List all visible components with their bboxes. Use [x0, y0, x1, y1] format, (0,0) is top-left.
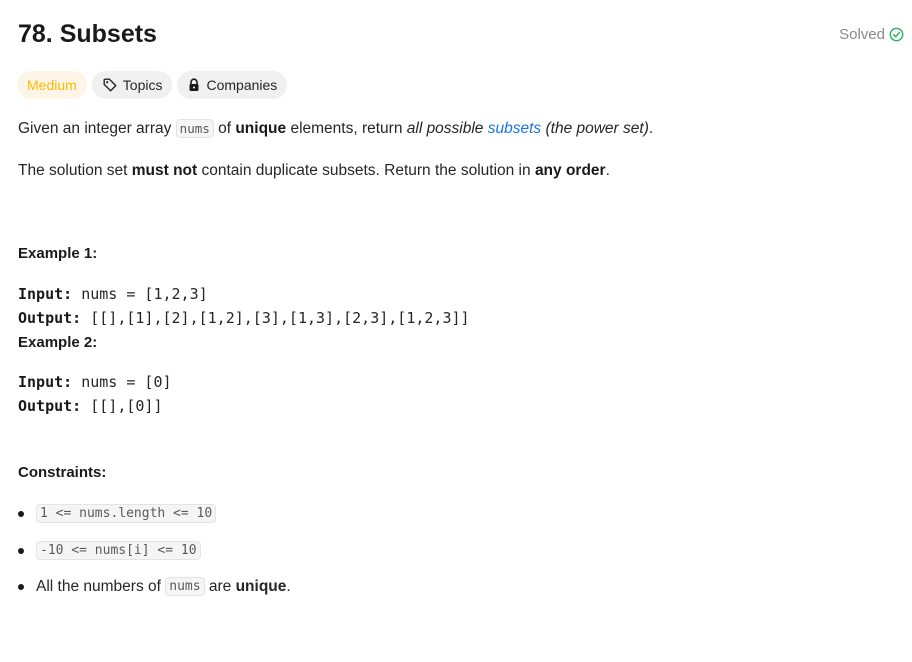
- text: The solution set: [18, 162, 132, 179]
- title-row: 78. Subsets Solved: [18, 18, 904, 58]
- text: All the numbers of: [36, 577, 161, 595]
- topics-label: Topics: [122, 77, 163, 93]
- check-circle-icon: [889, 27, 904, 42]
- input-value: nums = [0]: [72, 373, 172, 391]
- example-2-output: Output: [[],[0]]: [18, 397, 163, 415]
- output-value: [[],[1],[2],[1,2],[3],[1,3],[2,3],[1,2,3…: [81, 309, 470, 327]
- inline-code: nums: [165, 577, 205, 596]
- emphasis: all possible: [406, 120, 484, 137]
- example-2-title: Example 2:: [18, 334, 98, 351]
- text: .: [605, 162, 610, 179]
- companies-label: Companies: [206, 77, 278, 93]
- bullet-dot: [18, 547, 24, 554]
- difficulty-label: Medium: [27, 77, 77, 93]
- constraint-code: 1 <= nums.length <= 10: [36, 504, 217, 523]
- inline-code: nums: [175, 119, 214, 138]
- difficulty-badge[interactable]: Medium: [17, 71, 87, 99]
- text: contain duplicate subsets. Return the so…: [197, 162, 535, 179]
- emphasis: unique: [235, 120, 287, 137]
- topics-button[interactable]: Topics: [91, 71, 173, 99]
- example-1-title: Example 1:: [18, 245, 98, 262]
- example-1-output: Output: [[],[1],[2],[1,2],[3],[1,3],[2,3…: [18, 309, 470, 327]
- companies-button[interactable]: Companies: [177, 71, 288, 99]
- subsets-link[interactable]: subsets: [488, 120, 541, 137]
- input-value: nums = [1,2,3]: [72, 285, 208, 303]
- tag-icon: [102, 77, 118, 93]
- constraint-item: -10 <= nums[i] <= 10: [18, 541, 201, 560]
- input-label: Input:: [18, 285, 73, 303]
- output-label: Output:: [18, 309, 82, 327]
- constraints-title: Constraints:: [18, 464, 107, 481]
- example-1-input: Input: nums = [1,2,3]: [18, 285, 208, 303]
- emphasis: unique: [235, 577, 287, 595]
- description-paragraph-1: Given an integer array nums of unique el…: [18, 118, 653, 140]
- text: .: [648, 120, 654, 137]
- emphasis: any order: [534, 162, 606, 179]
- problem-description: 78. Subsets Solved Medium Topics Compani…: [0, 0, 912, 662]
- example-2-input: Input: nums = [0]: [18, 373, 172, 391]
- description-paragraph-2: The solution set must not contain duplic…: [18, 160, 610, 182]
- solved-label: Solved: [839, 26, 885, 43]
- constraint-item: 1 <= nums.length <= 10: [18, 504, 217, 523]
- output-label: Output:: [18, 397, 82, 415]
- constraint-item: All the numbers of nums are unique.: [18, 577, 291, 596]
- input-label: Input:: [18, 373, 73, 391]
- text: of: [213, 120, 236, 137]
- emphasis: (the power set): [541, 120, 649, 137]
- output-value: [[],[0]]: [81, 397, 163, 415]
- emphasis: must not: [131, 162, 198, 179]
- solved-status: Solved: [839, 26, 904, 43]
- text: Given an integer array: [18, 120, 176, 137]
- text: .: [286, 577, 291, 595]
- lock-icon: [187, 78, 201, 92]
- bullet-dot: [18, 583, 24, 590]
- problem-title: 78. Subsets: [18, 20, 157, 48]
- tag-bar: Medium Topics Companies: [17, 71, 288, 99]
- text: are: [204, 577, 236, 595]
- bullet-dot: [18, 510, 24, 517]
- constraint-code: -10 <= nums[i] <= 10: [36, 541, 201, 560]
- text: elements, return: [286, 120, 407, 137]
